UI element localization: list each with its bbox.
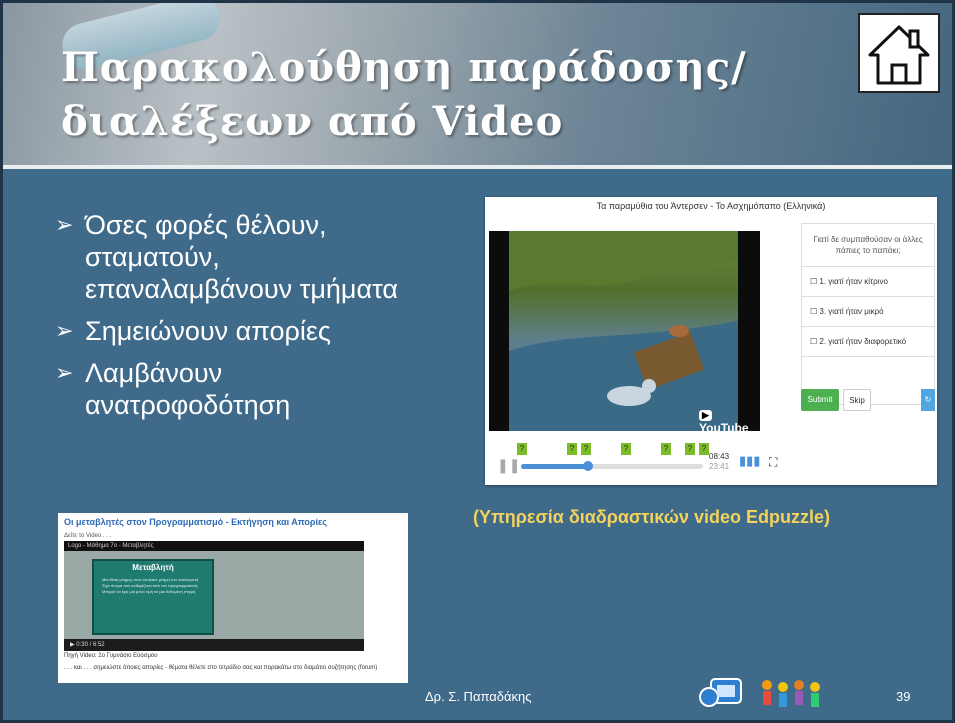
footer-author: Δρ. Σ. Παπαδάκης [425, 689, 532, 704]
header-divider [3, 165, 952, 169]
bullet-item: ➢ Λαμβάνουν ανατροφοδότηση [55, 357, 415, 421]
arrow-icon: ➢ [55, 360, 74, 385]
blog-screenshot: Οι μεταβλητές στον Προγραμματισμό - Εκτή… [58, 513, 408, 683]
answer-label: 1. γιατί ήταν κίτρινο [819, 277, 888, 286]
board-text: Μια θέση μνήμης στον κεντρικό μνήμη του … [102, 577, 202, 595]
home-icon [868, 25, 930, 85]
question-marker[interactable]: ? [661, 443, 671, 455]
kids-logo-icon [762, 680, 820, 707]
question-marker[interactable]: ? [567, 443, 577, 455]
volume-icon[interactable]: ▮▮▮ [739, 453, 760, 469]
blog-note: . . . και . . . σημειώστε όποιες απορίες… [64, 665, 378, 671]
fullscreen-icon[interactable]: ⛶ [769, 455, 777, 470]
progress-fill [521, 464, 589, 469]
blog-source: Πηγή Video: 2ο Γυμνάσιο Εύοσμου [64, 653, 158, 659]
blackboard: Μεταβλητή Μια θέση μνήμης στον κεντρικό … [92, 559, 214, 635]
page-number: 39 [896, 689, 911, 704]
progress-track[interactable] [521, 461, 703, 471]
pause-icon[interactable]: ❚❚ [497, 457, 520, 474]
quiz-panel: Γιατί δε συμπαθούσαν οι άλλες πάπιες το … [801, 223, 935, 405]
skip-button[interactable]: Skip [843, 389, 871, 411]
youtube-label: YouTube [699, 421, 749, 435]
slide-header: Παρακολούθηση παράδοσης/διαλέξεων από Vi… [3, 3, 952, 165]
blog-title: Οι μεταβλητές στον Προγραμματισμό - Εκτή… [64, 517, 327, 527]
answer-label: 3. γιατί ήταν μικρό [819, 307, 884, 316]
video-title: Τα παραμύθια του Άντερσεν - Το Ασχημόπαπ… [596, 201, 826, 211]
progress-handle[interactable] [583, 461, 594, 471]
blog-video-time: 0:30 / 6:52 [76, 642, 105, 648]
slide-title: Παρακολούθηση παράδοσης/διαλέξεων από Vi… [61, 44, 747, 145]
time-total: 23:41 [709, 462, 730, 471]
bullet-list: ➢ Όσες φορές θέλουν, σταματούν, επαναλαμβ… [55, 209, 415, 431]
edpuzzle-screenshot: Τα παραμύθια του Άντερσεν - Το Ασχημόπαπ… [485, 197, 937, 485]
video-player[interactable]: ▶YouTube [489, 231, 760, 435]
question-marker[interactable]: ? [517, 443, 527, 455]
answer-option[interactable]: ☐ 2. γιατί ήταν διαφορετικό [802, 327, 934, 357]
video-frame [509, 231, 738, 431]
blog-video-title: Logo - Μάθημα 7ο - Μεταβλητές [64, 541, 364, 551]
time-current: 08:43 [709, 452, 730, 461]
bullet-text: Σημειώνουν απορίες [85, 316, 331, 346]
blog-video-controls[interactable]: ▶ 0:30 / 6:52 [64, 639, 364, 651]
question-marker[interactable]: ? [581, 443, 591, 455]
arrow-icon: ➢ [55, 212, 74, 237]
board-heading: Μεταβλητή [132, 563, 174, 572]
board-line: Μπορεί να έχει μία μόνο τιμή σε μια δεδο… [102, 589, 196, 594]
youtube-logo: ▶YouTube [699, 407, 760, 435]
blog-subtitle: Δείτε το Video . . . [64, 533, 112, 539]
quiz-actions: Submit Skip ↻ [801, 389, 937, 411]
submit-button[interactable]: Submit [801, 389, 839, 411]
question-text: Γιατί δε συμπαθούσαν οι άλλες πάπιες το … [802, 224, 934, 267]
duck-scene [509, 231, 738, 431]
answer-label: 2. γιατί ήταν διαφορετικό [819, 337, 907, 346]
bullet-item: ➢ Σημειώνουν απορίες [55, 315, 415, 347]
question-marker[interactable]: ? [685, 443, 695, 455]
play-icon: ▶ [699, 410, 712, 421]
video-timeline[interactable]: ❚❚ ??????? 08:43 23:41 ▮▮▮ ⛶ [489, 443, 809, 479]
blog-video-frame: Μεταβλητή Μια θέση μνήμης στον κεντρικό … [64, 551, 364, 639]
slide: Παρακολούθηση παράδοσης/διαλέξεων από Vi… [0, 0, 955, 723]
blog-video-player[interactable]: Logo - Μάθημα 7ο - Μεταβλητές Μεταβλητή … [64, 541, 364, 651]
arrow-icon: ➢ [55, 318, 74, 343]
question-marker[interactable]: ? [699, 443, 709, 455]
edpuzzle-caption: (Υπηρεσία διαδραστικών video Edpuzzle) [473, 507, 830, 527]
home-button[interactable] [858, 13, 940, 93]
edu-logo-icon [699, 678, 742, 707]
refresh-icon[interactable]: ↻ [921, 389, 935, 411]
answer-option[interactable]: ☐ 3. γιατί ήταν μικρό [802, 297, 934, 327]
bullet-text: Λαμβάνουν ανατροφοδότηση [85, 358, 291, 420]
answer-option[interactable]: ☐ 1. γιατί ήταν κίτρινο [802, 267, 934, 297]
time-display: 08:43 23:41 [709, 452, 729, 472]
bullet-text: Όσες φορές θέλουν, σταματούν, επαναλαμβά… [85, 210, 398, 304]
bullet-item: ➢ Όσες φορές θέλουν, σταματούν, επαναλαμβ… [55, 209, 415, 305]
question-marker[interactable]: ? [621, 443, 631, 455]
